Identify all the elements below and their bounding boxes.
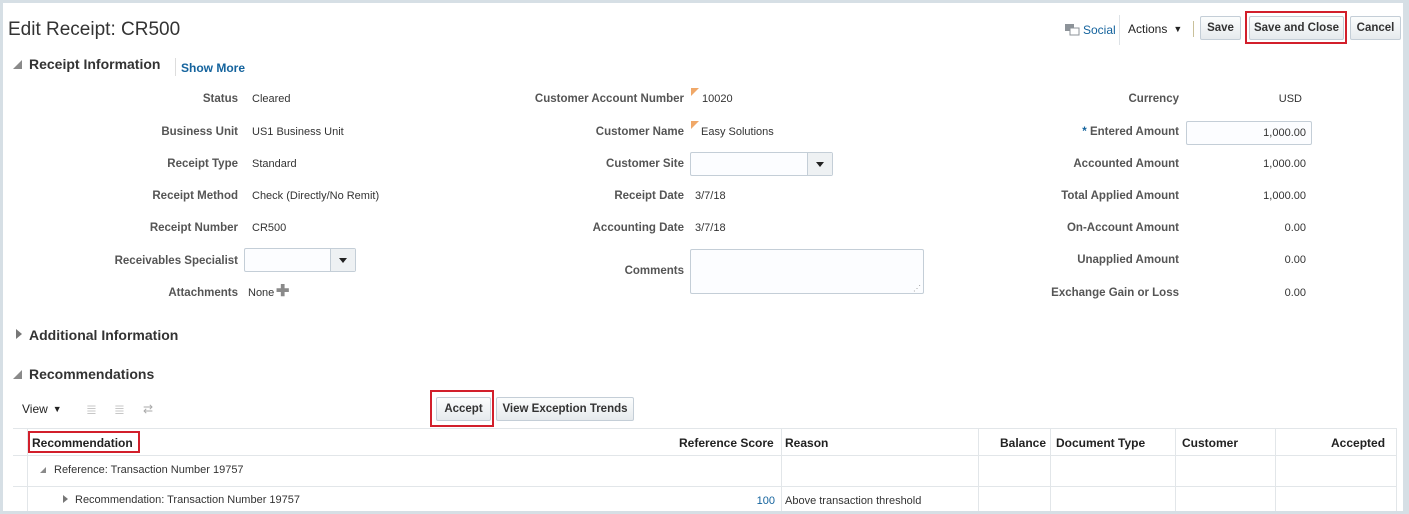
- col-divider: [978, 428, 979, 511]
- field-label: Status: [202, 93, 238, 105]
- customer-name-value: Easy Solutions: [701, 126, 774, 138]
- field-label: * Entered Amount: [1082, 126, 1179, 138]
- field-label: Customer Site: [606, 158, 684, 170]
- currency-value: USD: [1278, 93, 1302, 105]
- edit-receipt-page: Edit Receipt: CR500 Social Actions ▼ Sav…: [3, 3, 1403, 511]
- field-label: Attachments: [168, 287, 238, 299]
- attachments-value: None: [248, 287, 275, 299]
- reference-score-link[interactable]: 100: [703, 495, 775, 507]
- receipt-type-value: Standard: [252, 158, 297, 170]
- field-label: Comments: [624, 265, 684, 277]
- column-header-reason[interactable]: Reason: [785, 436, 828, 450]
- field-label: Business Unit: [161, 126, 238, 138]
- field-label: Receipt Date: [614, 190, 684, 202]
- business-unit-value: US1 Business Unit: [252, 126, 344, 138]
- caret-down-icon: ▼: [52, 404, 62, 414]
- field-label: Receivables Specialist: [114, 255, 238, 267]
- highlight-box: [28, 431, 140, 453]
- divider: [1119, 15, 1120, 45]
- receipt-method-value: Check (Directly/No Remit): [252, 190, 380, 202]
- total-applied-amount-value: 1,000.00: [1263, 190, 1306, 202]
- row-divider: [13, 455, 1397, 456]
- on-account-amount-value: 0.00: [1284, 222, 1306, 234]
- required-asterisk: *: [1082, 126, 1087, 138]
- column-header-customer[interactable]: Customer: [1182, 436, 1238, 450]
- caret-down-icon: ▼: [1173, 24, 1183, 34]
- add-attachment-icon[interactable]: ✚: [276, 284, 289, 300]
- field-label: Accounting Date: [592, 222, 684, 234]
- receipt-number-value: CR500: [252, 222, 287, 234]
- comments-textarea[interactable]: ⋰: [690, 249, 924, 294]
- field-label: Receipt Type: [167, 158, 238, 170]
- page-title: Edit Receipt: CR500: [8, 19, 181, 40]
- divider: [175, 58, 176, 76]
- field-label: Receipt Number: [149, 222, 238, 234]
- collapse-icon[interactable]: [13, 60, 22, 69]
- expand-all-icon[interactable]: ≣: [114, 402, 125, 418]
- table-border: [13, 428, 1397, 429]
- field-label: On-Account Amount: [1066, 222, 1179, 234]
- highlight-box: [1245, 11, 1347, 44]
- section-heading-receipt-information: Receipt Information: [29, 56, 161, 72]
- field-label: Receipt Method: [152, 190, 238, 202]
- actions-menu[interactable]: Actions ▼: [1128, 22, 1182, 36]
- recommendation-cell: Recommendation: Transaction Number 19757: [75, 494, 301, 506]
- dropdown-arrow-icon[interactable]: [330, 249, 355, 271]
- field-label: Currency: [1128, 93, 1180, 105]
- collapse-icon[interactable]: [40, 467, 46, 473]
- collapse-icon[interactable]: [13, 370, 22, 379]
- field-label: Customer Account Number: [534, 93, 684, 105]
- accounted-amount-value: 1,000.00: [1263, 158, 1306, 170]
- status-value: Cleared: [252, 93, 291, 105]
- reason-cell: Above transaction threshold: [785, 495, 922, 507]
- recommendation-cell: Reference: Transaction Number 19757: [54, 464, 244, 476]
- column-header-balance[interactable]: Balance: [1000, 436, 1046, 450]
- customer-account-number-value: 10020: [702, 93, 733, 105]
- column-header-accepted[interactable]: Accepted: [1331, 436, 1385, 450]
- resize-handle-icon[interactable]: ⋰: [913, 284, 921, 293]
- col-divider: [1175, 428, 1176, 511]
- entered-amount-input[interactable]: 1,000.00: [1186, 121, 1312, 145]
- save-button[interactable]: Save: [1200, 16, 1241, 40]
- highlight-box: [430, 390, 494, 427]
- field-label: Unapplied Amount: [1077, 254, 1179, 266]
- receivables-specialist-select[interactable]: [244, 248, 356, 272]
- field-label: Exchange Gain or Loss: [1051, 287, 1179, 299]
- col-divider: [781, 428, 782, 511]
- customer-site-select[interactable]: [690, 152, 833, 176]
- section-heading-additional-information[interactable]: Additional Information: [29, 327, 178, 343]
- exchange-gain-loss-value: 0.00: [1284, 287, 1306, 299]
- receipt-date-value: 3/7/18: [695, 190, 726, 202]
- social-link[interactable]: Social: [1065, 23, 1116, 37]
- detach-icon[interactable]: ⇄: [143, 402, 153, 416]
- view-exception-trends-button[interactable]: View Exception Trends: [496, 397, 634, 421]
- accounting-date-value: 3/7/18: [695, 222, 726, 234]
- row-divider: [13, 486, 1397, 487]
- field-label: Total Applied Amount: [1061, 190, 1179, 202]
- col-divider: [1050, 428, 1051, 511]
- view-menu[interactable]: View ▼: [22, 402, 62, 416]
- collapse-all-icon[interactable]: ≣: [86, 402, 97, 418]
- cancel-button[interactable]: Cancel: [1350, 16, 1401, 40]
- flag-icon: [691, 88, 699, 96]
- col-divider: [1275, 428, 1276, 511]
- field-label: Accounted Amount: [1073, 158, 1179, 170]
- column-header-reference-score[interactable]: Reference Score: [679, 436, 774, 450]
- divider: [1193, 21, 1194, 37]
- section-heading-recommendations: Recommendations: [29, 366, 155, 382]
- dropdown-arrow-icon[interactable]: [807, 153, 832, 175]
- expand-icon[interactable]: [16, 329, 22, 339]
- column-header-document-type[interactable]: Document Type: [1056, 436, 1145, 450]
- table-border: [1396, 428, 1397, 511]
- expand-icon[interactable]: [63, 495, 68, 503]
- flag-icon: [691, 121, 699, 129]
- show-more-link[interactable]: Show More: [181, 61, 245, 75]
- unapplied-amount-value: 0.00: [1284, 254, 1306, 266]
- social-icon: [1065, 24, 1080, 36]
- field-label: Customer Name: [595, 126, 684, 138]
